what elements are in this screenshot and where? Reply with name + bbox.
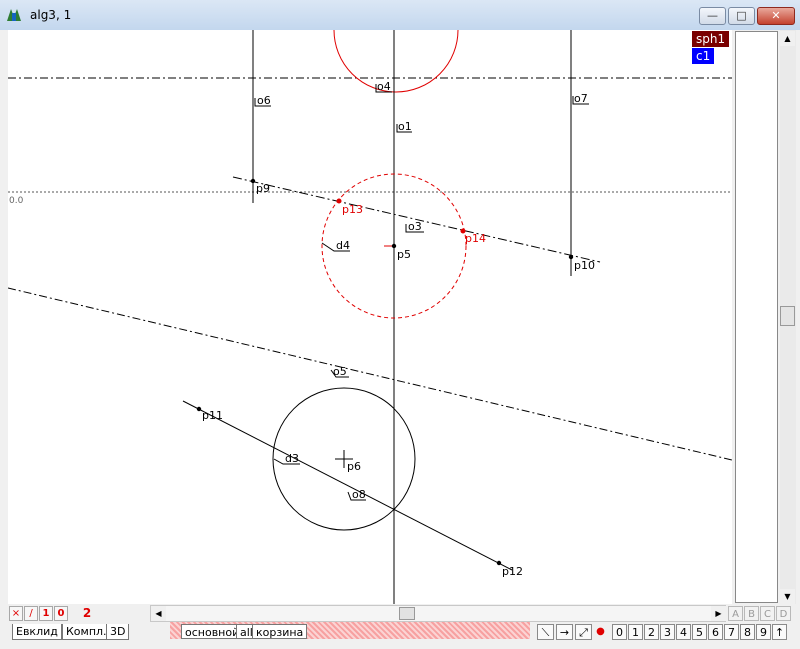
window-title: alg3, 1 bbox=[30, 8, 72, 22]
step-indicator: 2 bbox=[82, 606, 92, 620]
circle-sph1-arc[interactable] bbox=[333, 30, 459, 93]
digit-button-4[interactable]: 4 bbox=[676, 624, 691, 640]
zero-button[interactable]: 0 bbox=[54, 606, 68, 621]
point-p12[interactable] bbox=[496, 560, 502, 566]
digit-button-1[interactable]: 1 bbox=[628, 624, 643, 640]
segment-tool-icon[interactable]: ⟍ bbox=[537, 624, 554, 640]
layer-button-b[interactable]: B bbox=[744, 606, 759, 621]
scroll-down-button[interactable]: ▼ bbox=[780, 589, 795, 604]
label-p13: p13 bbox=[342, 203, 363, 216]
scroll-left-button[interactable]: ◀ bbox=[151, 606, 166, 621]
one-button[interactable]: 1 bbox=[39, 606, 53, 621]
tab-3d[interactable]: 3D bbox=[106, 624, 130, 640]
digit-button-3[interactable]: 3 bbox=[660, 624, 675, 640]
record-dot-icon[interactable]: ● bbox=[594, 624, 607, 640]
label-marks bbox=[254, 84, 589, 501]
label-p11: p11 bbox=[202, 409, 223, 422]
geometry-drawing[interactable]: 0.0 o6 o4 o1 o7 p9 o3 d4 p5 p10 o5 p11 d… bbox=[8, 30, 732, 604]
layer-button-d[interactable]: D bbox=[776, 606, 791, 621]
minimize-button[interactable]: — bbox=[699, 7, 726, 25]
label-p9: p9 bbox=[256, 182, 270, 195]
label-o4: o4 bbox=[377, 80, 391, 93]
object-list[interactable] bbox=[735, 31, 778, 603]
line-o8[interactable] bbox=[182, 400, 513, 571]
label-o3: o3 bbox=[408, 220, 422, 233]
label-p6: p6 bbox=[347, 460, 361, 473]
app-window: alg3, 1 — □ ✕ 0.0 o6 o4 o1 o7 p9 o3 d4 p… bbox=[0, 0, 800, 649]
digit-button-5[interactable]: 5 bbox=[692, 624, 707, 640]
label-d4: d4 bbox=[336, 239, 350, 252]
point-p13[interactable] bbox=[336, 198, 342, 204]
label-o5: o5 bbox=[333, 365, 347, 378]
layer-tab-trash[interactable]: корзина bbox=[252, 624, 308, 639]
digit-button-7[interactable]: 7 bbox=[724, 624, 739, 640]
scroll-right-button[interactable]: ▶ bbox=[711, 606, 726, 621]
expand-tool-icon[interactable]: ⤢ bbox=[575, 624, 592, 640]
digit-button-9[interactable]: 9 bbox=[756, 624, 771, 640]
delete-button[interactable]: × bbox=[9, 606, 23, 621]
drawing-canvas[interactable]: 0.0 o6 o4 o1 o7 p9 o3 d4 p5 p10 o5 p11 d… bbox=[8, 30, 732, 604]
digit-button-6[interactable]: 6 bbox=[708, 624, 723, 640]
horizontal-scroll-thumb[interactable] bbox=[399, 607, 415, 620]
digit-button-8[interactable]: 8 bbox=[740, 624, 755, 640]
label-p12: p12 bbox=[502, 565, 523, 578]
arrow-tool-icon[interactable]: → bbox=[556, 624, 573, 640]
label-p5: p5 bbox=[397, 248, 411, 261]
layer-tab-main[interactable]: основной bbox=[181, 624, 244, 639]
label-o1: o1 bbox=[398, 120, 412, 133]
label-o7: o7 bbox=[574, 92, 588, 105]
digit-button-2[interactable]: 2 bbox=[644, 624, 659, 640]
label-p14: p14 bbox=[465, 232, 486, 245]
digit-button-0[interactable]: 0 bbox=[612, 624, 627, 640]
point-p9[interactable] bbox=[250, 178, 256, 184]
close-button[interactable]: ✕ bbox=[757, 7, 795, 25]
title-bar: alg3, 1 — □ ✕ bbox=[0, 0, 800, 30]
label-d3: d3 bbox=[285, 452, 299, 465]
up-arrow-icon[interactable]: ↑ bbox=[772, 624, 787, 640]
tag-sph1[interactable]: sph1 bbox=[692, 31, 730, 47]
slash-button[interactable]: / bbox=[24, 606, 38, 621]
layer-button-a[interactable]: A bbox=[728, 606, 743, 621]
label-o8: o8 bbox=[352, 488, 366, 501]
tag-c1[interactable]: c1 bbox=[692, 48, 715, 64]
line-o5[interactable] bbox=[8, 287, 732, 461]
maximize-button[interactable]: □ bbox=[728, 7, 755, 25]
point-p11[interactable] bbox=[196, 406, 202, 412]
label-o6: o6 bbox=[257, 94, 271, 107]
app-icon bbox=[7, 9, 21, 21]
layer-button-c[interactable]: C bbox=[760, 606, 775, 621]
axis-label: 0.0 bbox=[9, 196, 24, 206]
point-p10[interactable] bbox=[568, 254, 574, 260]
horizontal-scrollbar[interactable] bbox=[150, 605, 726, 622]
tab-complex[interactable]: Компл. bbox=[62, 624, 111, 640]
tab-euclid[interactable]: Евклид bbox=[12, 624, 62, 640]
vertical-scroll-thumb[interactable] bbox=[780, 306, 795, 326]
scroll-up-button[interactable]: ▲ bbox=[780, 31, 795, 46]
point-p5[interactable] bbox=[391, 243, 397, 249]
label-p10: p10 bbox=[574, 259, 595, 272]
object-list-panel bbox=[733, 30, 779, 604]
